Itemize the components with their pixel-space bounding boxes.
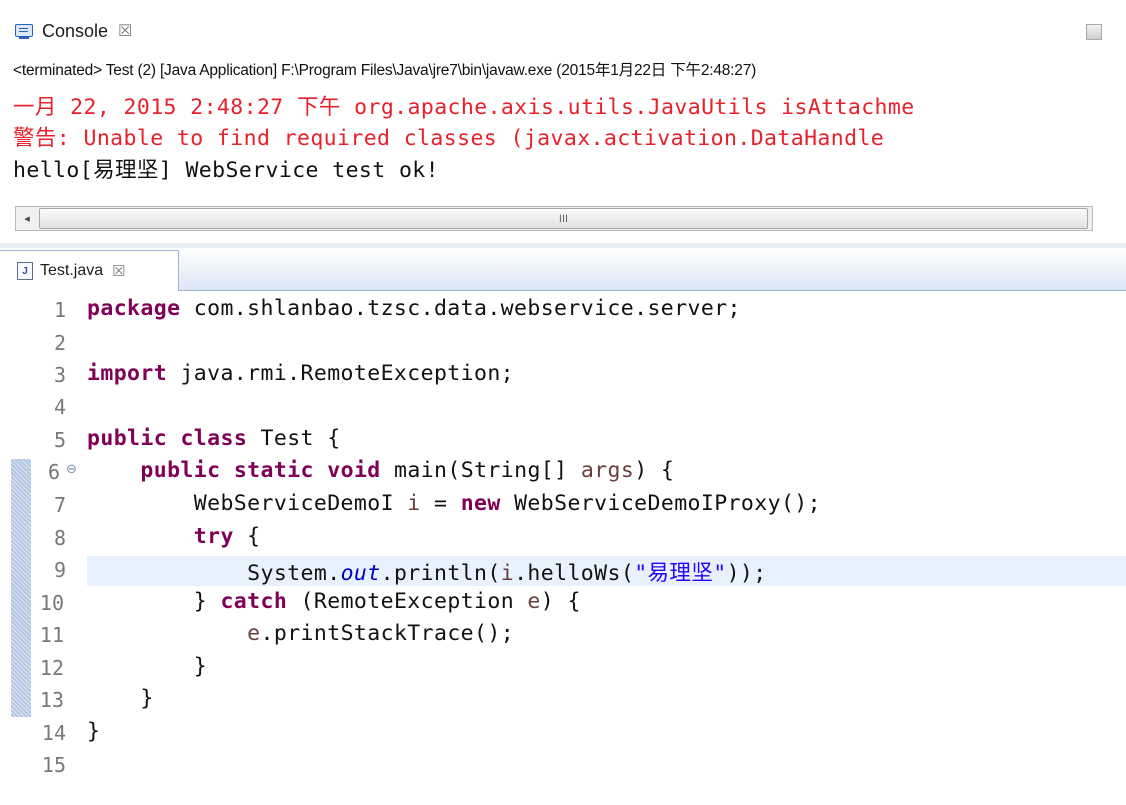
code-editor[interactable]: 1 package com.shlanbao.tzsc.data.webserv… bbox=[0, 291, 1126, 777]
scrollbar-thumb[interactable]: III bbox=[39, 208, 1088, 229]
console-output-line: hello[易理坚] WebService test ok! bbox=[13, 158, 439, 183]
console-tab[interactable]: Console ☒ bbox=[14, 16, 132, 46]
line-number: 14 bbox=[41, 721, 66, 745]
keyword: catch bbox=[220, 589, 288, 614]
keyword: class bbox=[180, 426, 248, 451]
code-line[interactable]: 6 ⊖ public static void main(String[] arg… bbox=[0, 458, 1126, 490]
scroll-left-arrow-icon[interactable]: ◂ bbox=[16, 207, 38, 230]
code-text: } bbox=[87, 654, 208, 679]
code-line[interactable]: 2 bbox=[0, 329, 1126, 361]
console-process-header: <terminated> Test (2) [Java Application]… bbox=[13, 62, 757, 79]
code-line[interactable]: 15 bbox=[0, 751, 1126, 783]
code-line[interactable]: 7 WebServiceDemoI i = new WebServiceDemo… bbox=[0, 491, 1126, 523]
fold-collapse-icon[interactable]: ⊖ bbox=[66, 461, 77, 477]
variable: i bbox=[407, 491, 421, 516]
line-number: 5 bbox=[53, 428, 66, 452]
code-line-current[interactable]: 9 System.out.println(i.helloWs("易理坚")); bbox=[0, 556, 1126, 588]
code-line[interactable]: 8 try { bbox=[0, 524, 1126, 556]
variable: i bbox=[500, 561, 515, 586]
keyword: try bbox=[193, 524, 234, 549]
console-tab-bar: Console ☒ bbox=[0, 0, 1126, 54]
code-text: main(String[] bbox=[380, 458, 581, 483]
line-number: 2 bbox=[53, 331, 66, 355]
keyword: public bbox=[140, 458, 221, 483]
code-text: )); bbox=[726, 561, 767, 586]
scrollbar-grip-icon: III bbox=[558, 213, 569, 225]
line-number: 9 bbox=[53, 558, 66, 582]
code-text: ) { bbox=[634, 458, 675, 483]
string-literal: "易理坚" bbox=[634, 561, 727, 586]
code-text: .helloWs( bbox=[514, 561, 635, 586]
keyword: package bbox=[87, 296, 181, 321]
static-field: out bbox=[340, 561, 381, 586]
line-number: 11 bbox=[39, 623, 64, 647]
code-text: WebServiceDemoIProxy(); bbox=[500, 491, 821, 516]
code-line[interactable]: 5 public class Test { bbox=[0, 426, 1126, 458]
code-line[interactable]: 10 } catch (RemoteException e) { bbox=[0, 589, 1126, 621]
code-line[interactable]: 12 } bbox=[0, 654, 1126, 686]
keyword: void bbox=[327, 458, 381, 483]
code-text: System. bbox=[247, 561, 341, 586]
code-text: ) { bbox=[540, 589, 581, 614]
keyword: new bbox=[460, 491, 501, 516]
code-text: WebServiceDemoI bbox=[193, 491, 408, 516]
console-output-line: 一月 22, 2015 2:48:27 下午 org.apache.axis.u… bbox=[13, 95, 915, 120]
keyword: static bbox=[233, 458, 314, 483]
editor-tab-label: Test.java bbox=[40, 262, 104, 279]
variable: e bbox=[527, 589, 541, 614]
code-line[interactable]: 13 } bbox=[0, 686, 1126, 718]
line-number: 4 bbox=[53, 395, 66, 419]
code-text: java.rmi.RemoteException; bbox=[167, 361, 515, 386]
code-line[interactable]: 1 package com.shlanbao.tzsc.data.webserv… bbox=[0, 296, 1126, 328]
code-text: .printStackTrace(); bbox=[260, 621, 515, 646]
code-text: Test { bbox=[247, 426, 341, 451]
console-icon bbox=[14, 23, 34, 40]
console-output-line: 警告: Unable to find required classes (jav… bbox=[13, 126, 885, 151]
keyword: import bbox=[87, 361, 168, 386]
variable: e bbox=[247, 621, 261, 646]
line-number: 8 bbox=[53, 526, 66, 550]
line-number: 1 bbox=[53, 298, 66, 322]
line-number: 7 bbox=[53, 493, 66, 517]
code-line[interactable]: 3 import java.rmi.RemoteException; bbox=[0, 361, 1126, 393]
line-number: 6 bbox=[47, 460, 60, 484]
line-number: 15 bbox=[41, 753, 66, 777]
line-number: 12 bbox=[39, 656, 64, 680]
minimize-view-button[interactable] bbox=[1086, 24, 1102, 40]
code-line[interactable]: 14 } bbox=[0, 719, 1126, 751]
code-text: com.shlanbao.tzsc.data.webservice.server… bbox=[180, 296, 741, 321]
code-text: } bbox=[87, 719, 101, 744]
code-text: { bbox=[233, 524, 261, 549]
code-line[interactable]: 11 e.printStackTrace(); bbox=[0, 621, 1126, 653]
console-tab-label: Console bbox=[42, 20, 109, 41]
close-icon[interactable]: ☒ bbox=[112, 262, 125, 280]
tab-test-java[interactable]: J Test.java ☒ bbox=[0, 250, 179, 291]
close-icon[interactable]: ☒ bbox=[118, 21, 132, 41]
code-text: } bbox=[87, 589, 221, 614]
code-text: } bbox=[87, 686, 154, 711]
code-line[interactable]: 4 bbox=[0, 393, 1126, 425]
java-file-icon: J bbox=[17, 262, 33, 280]
variable: args bbox=[580, 458, 635, 483]
code-text: .println( bbox=[380, 561, 501, 586]
code-text: (RemoteException bbox=[287, 589, 528, 614]
code-text: = bbox=[420, 491, 461, 516]
line-number: 3 bbox=[53, 363, 66, 387]
console-horizontal-scrollbar[interactable]: ◂ III bbox=[15, 206, 1093, 231]
line-number: 10 bbox=[39, 591, 64, 615]
line-number: 13 bbox=[39, 688, 64, 712]
keyword: public bbox=[87, 426, 168, 451]
editor-tab-bar: J Test.java ☒ bbox=[0, 248, 1126, 291]
